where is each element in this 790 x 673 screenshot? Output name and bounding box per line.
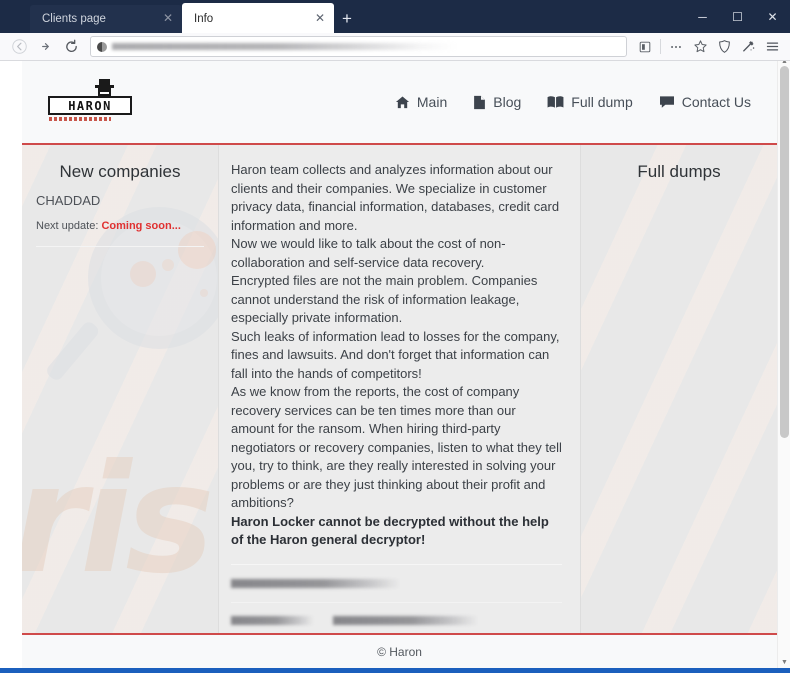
site-nav: Main Blog Full dump Contact Us — [395, 94, 751, 110]
paragraph: As we know from the reports, the cost of… — [231, 384, 562, 510]
new-tab-button[interactable]: + — [334, 5, 360, 33]
scroll-down-icon[interactable]: ▼ — [778, 656, 790, 668]
window-controls: ─ ☐ ✕ — [685, 0, 790, 33]
app-menu-icon[interactable] — [760, 35, 784, 59]
row-divider — [231, 601, 562, 603]
reload-icon[interactable] — [58, 35, 84, 59]
tab-info[interactable]: Info ✕ — [182, 4, 334, 33]
page-scrollbar[interactable]: ▲ ▼ — [777, 61, 790, 668]
left-sidebar: New companies CHADDAD Next update: Comin… — [22, 145, 218, 633]
full-dumps-heading: Full dumps — [637, 162, 721, 181]
site-identity-icon — [97, 41, 107, 52]
paragraph: Encrypted files are not the main problem… — [231, 273, 538, 325]
nav-label: Contact Us — [681, 94, 751, 110]
close-window-icon[interactable]: ✕ — [755, 0, 790, 33]
nav-item-contact-us[interactable]: Contact Us — [659, 94, 751, 110]
site-header: HARON Main Blog Full dump Contact Us — [22, 61, 777, 145]
toolbar-divider — [660, 39, 661, 54]
reader-view-icon[interactable] — [633, 35, 657, 59]
web-page: HARON Main Blog Full dump Contact Us ris… — [22, 61, 777, 668]
forward-icon[interactable] — [32, 35, 58, 59]
home-icon — [395, 95, 410, 110]
tab-close-icon[interactable]: ✕ — [160, 11, 176, 27]
redacted-text — [231, 615, 313, 625]
article-body: Haron team collects and analyzes informa… — [231, 161, 562, 550]
tab-clients-page[interactable]: Clients page ✕ — [30, 5, 182, 33]
site-footer: © Haron — [22, 633, 777, 668]
new-companies-heading: New companies — [59, 162, 181, 181]
tab-title: Clients page — [42, 13, 106, 25]
book-icon — [547, 95, 564, 109]
next-update-row: Next update: Coming soon... — [36, 220, 204, 232]
tab-close-icon[interactable]: ✕ — [312, 11, 328, 27]
logo-text: HARON — [68, 98, 112, 113]
logo-subtitle-blurred — [49, 117, 111, 121]
shield-icon[interactable] — [712, 35, 736, 59]
nav-label: Main — [416, 94, 448, 110]
nav-item-main[interactable]: Main — [395, 94, 447, 110]
company-item-chaddad[interactable]: CHADDAD — [36, 193, 204, 208]
scrollbar-thumb[interactable] — [780, 66, 789, 438]
toolbar-icons — [633, 35, 784, 59]
right-sidebar: Full dumps — [581, 145, 777, 633]
page-actions-icon[interactable] — [664, 35, 688, 59]
maximize-icon[interactable]: ☐ — [720, 0, 755, 33]
logo-box: HARON — [48, 96, 132, 115]
table-row — [231, 577, 562, 590]
browser-window: Clients page ✕ Info ✕ + ─ ☐ ✕ HARON Main… — [0, 0, 790, 673]
haron-logo[interactable]: HARON — [48, 79, 138, 125]
copyright-text: © Haron — [377, 644, 422, 659]
tab-strip: Clients page ✕ Info ✕ + ─ ☐ ✕ — [0, 0, 790, 33]
tab-title: Info — [194, 12, 214, 25]
pocket-icon[interactable] — [736, 35, 760, 59]
nav-item-full-dump[interactable]: Full dump — [547, 94, 633, 110]
url-text-blurred — [112, 43, 457, 50]
browser-toolbar — [0, 33, 790, 61]
content-divider — [231, 563, 562, 565]
next-update-value: Coming soon... — [101, 220, 181, 232]
back-icon[interactable] — [6, 35, 32, 59]
comment-icon — [659, 95, 675, 109]
bookmark-star-icon[interactable] — [688, 35, 712, 59]
redacted-listing — [231, 577, 562, 634]
paragraph: Haron team collects and analyzes informa… — [231, 162, 560, 233]
main-content: Haron team collects and analyzes informa… — [218, 145, 581, 633]
paragraph: Now we would like to talk about the cost… — [231, 236, 506, 270]
redacted-text — [231, 578, 399, 588]
file-icon — [473, 95, 486, 110]
nav-item-blog[interactable]: Blog — [473, 94, 521, 110]
redacted-text — [333, 615, 477, 625]
paragraph-emphasis: Haron Locker cannot be decrypted without… — [231, 513, 549, 548]
nav-label: Blog — [493, 94, 522, 110]
url-bar[interactable] — [90, 36, 627, 57]
site-body: ris New companies CHADDAD Next update: C… — [22, 145, 777, 633]
table-row — [231, 614, 562, 627]
minimize-icon[interactable]: ─ — [685, 0, 720, 33]
paragraph: Such leaks of information lead to losses… — [231, 328, 560, 381]
page-left-margin — [0, 61, 22, 668]
page-viewport: HARON Main Blog Full dump Contact Us ris… — [0, 61, 790, 673]
nav-label: Full dump — [571, 94, 633, 110]
sidebar-divider — [36, 246, 204, 247]
next-update-label: Next update: — [36, 220, 99, 232]
